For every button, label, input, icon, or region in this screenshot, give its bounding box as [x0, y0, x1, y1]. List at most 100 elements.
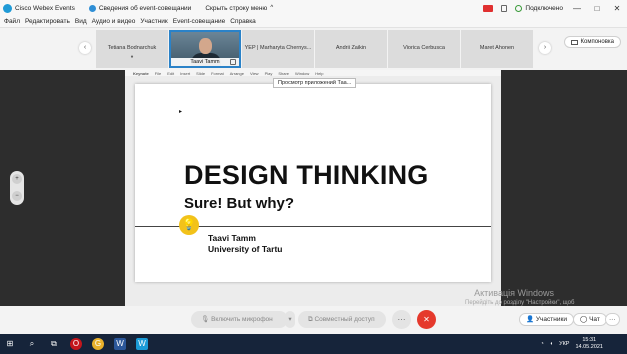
- participant-name: Maret Ahonen: [479, 45, 515, 51]
- keynote-menu-item: Help: [315, 70, 324, 76]
- restore-button[interactable]: □: [591, 4, 603, 13]
- lock-icon: [501, 4, 508, 12]
- menu-bar: Файл Редактировать Вид Аудио и видео Уча…: [0, 16, 627, 28]
- mic-off-icon: 🎙: [201, 316, 212, 323]
- title-bar-right: Подключено — □ ✕: [483, 0, 623, 16]
- person-icon: 👤: [526, 316, 536, 323]
- connection-status[interactable]: Подключено: [515, 4, 563, 12]
- shared-screen: Keynote File Edit Insert Slide Format Ar…: [125, 70, 501, 306]
- keynote-menu-item: Keynote: [133, 70, 149, 76]
- unmute-button[interactable]: 🎙 Включить микрофон: [191, 311, 288, 328]
- clock[interactable]: 15:31 14.05.2021: [575, 337, 603, 351]
- content-stage: + − Keynote File Edit Insert Slide Forma…: [0, 70, 627, 306]
- recording-icon: [483, 4, 494, 12]
- close-button[interactable]: ✕: [611, 4, 623, 13]
- meeting-info-label: Сведения об event-совещании: [98, 4, 192, 12]
- unmute-label: Включить микрофон: [211, 316, 273, 323]
- participant-name: Tetiana Bodnarchuk: [107, 45, 157, 51]
- chevron-up-icon: ^: [270, 5, 274, 11]
- panel-more-button[interactable]: ···: [605, 313, 620, 326]
- keynote-menu-item: Share: [278, 70, 290, 76]
- language-indicator[interactable]: УКР: [559, 341, 569, 347]
- layout-grid-icon: [570, 39, 578, 45]
- clock-date: 14.05.2021: [575, 344, 603, 350]
- chrome-icon[interactable]: G: [92, 338, 104, 350]
- minimize-button[interactable]: —: [571, 4, 583, 13]
- title-bar: Cisco Webex Events Сведения об event-сов…: [0, 0, 627, 16]
- keynote-menu-item: Play: [264, 70, 273, 76]
- more-options-button[interactable]: ···: [392, 310, 411, 329]
- connection-label: Подключено: [525, 4, 563, 12]
- slide-affiliation: University of Tartu: [208, 244, 283, 254]
- lightbulb-icon: 💡: [179, 215, 199, 235]
- mic-icon: [230, 59, 236, 65]
- keynote-menu-bar: Keynote File Edit Insert Slide Format Ar…: [125, 70, 501, 76]
- person-head: [199, 38, 212, 54]
- task-view-icon[interactable]: ⧉: [48, 338, 60, 350]
- leave-meeting-button[interactable]: ✕: [417, 310, 436, 329]
- windows-taskbar: ⊞ ⌕ ⧉ O G W W ◔ ◖ УКР 15:31 14.05.2021: [0, 334, 627, 354]
- presentation-slide: ▸ DESIGN THINKING Sure! But why? 💡 Taavi…: [135, 84, 491, 282]
- meeting-info-button[interactable]: Сведения об event-совещании: [88, 4, 192, 12]
- hide-menu-button[interactable]: Скрыть строку меню ^: [205, 5, 273, 12]
- info-icon: [88, 4, 96, 12]
- network-icon[interactable]: ◔: [540, 341, 543, 347]
- keynote-menu-item: Insert: [180, 70, 191, 76]
- layout-label: Компоновка: [580, 38, 614, 45]
- layout-button[interactable]: Компоновка: [563, 36, 621, 48]
- shared-app-tag[interactable]: Просмотр приложений Таа...: [273, 78, 357, 88]
- participant-name: Andrii Zaikin: [335, 45, 367, 51]
- keynote-menu-item: Arrange: [229, 70, 244, 76]
- menu-participant[interactable]: Участник: [140, 18, 167, 25]
- participant-tile[interactable]: Maret Ahonen: [461, 30, 533, 68]
- menu-view[interactable]: Вид: [75, 18, 87, 25]
- chat-icon: ◯: [580, 316, 590, 323]
- participant-tile[interactable]: YEP | Marharyta Chernys...: [242, 30, 314, 68]
- participant-tile[interactable]: Viorica Cerbusca: [388, 30, 460, 68]
- mic-options-dropdown[interactable]: ▾: [285, 311, 295, 328]
- participant-tile[interactable]: Andrii Zaikin: [315, 30, 387, 68]
- menu-event[interactable]: Event-совещание: [173, 18, 226, 25]
- webex-logo-icon: [3, 3, 12, 13]
- zoom-control: + −: [10, 171, 24, 205]
- webex-taskbar-icon[interactable]: W: [136, 338, 148, 350]
- participants-label: Участники: [535, 316, 567, 323]
- share-label: Совместный доступ: [314, 316, 375, 323]
- menu-file[interactable]: Файл: [4, 18, 20, 25]
- opera-icon[interactable]: O: [70, 338, 82, 350]
- connection-icon: [515, 4, 523, 12]
- keynote-menu-item: View: [249, 70, 259, 76]
- strip-next-button[interactable]: ›: [539, 42, 551, 54]
- menu-edit[interactable]: Редактировать: [25, 18, 70, 25]
- share-content-button[interactable]: ⧉ Совместный доступ: [298, 311, 386, 328]
- keynote-menu-item: Window: [295, 70, 310, 76]
- control-bar: 🎙 Включить микрофон ▾ ⧉ Совместный досту…: [0, 306, 627, 334]
- app-title: Cisco Webex Events: [15, 4, 75, 12]
- chat-panel-button[interactable]: ◯ Чат: [573, 313, 607, 326]
- slide-subtitle: Sure! But why?: [184, 195, 295, 212]
- participant-tile[interactable]: Tetiana Bodnarchuk ●: [96, 30, 168, 68]
- mouse-cursor-icon: ▸: [179, 109, 183, 115]
- keynote-menu-item: Format: [211, 70, 224, 76]
- participant-name: YEP | Marharyta Chernys...: [244, 45, 312, 51]
- word-icon[interactable]: W: [114, 338, 126, 350]
- chat-label: Чат: [589, 316, 600, 323]
- keynote-menu-item: File: [154, 70, 162, 76]
- participant-strip: ‹ Tetiana Bodnarchuk ● Taavi Tamm YEP | …: [0, 28, 627, 70]
- slide-author: Taavi Tamm: [208, 233, 256, 243]
- search-icon[interactable]: ⌕: [26, 338, 38, 350]
- zoom-out-button[interactable]: −: [12, 191, 22, 201]
- participant-status-icon: ●: [130, 54, 134, 60]
- participant-name: Taavi Tamm: [171, 58, 239, 66]
- slide-title: DESIGN THINKING: [184, 160, 429, 190]
- keynote-menu-item: Edit: [167, 70, 175, 76]
- active-speaker-tile[interactable]: Taavi Tamm: [169, 30, 241, 68]
- participants-panel-button[interactable]: 👤 Участники: [519, 313, 574, 326]
- volume-icon[interactable]: ◖: [550, 341, 553, 347]
- menu-help[interactable]: Справка: [230, 18, 256, 25]
- strip-prev-button[interactable]: ‹: [79, 42, 91, 54]
- zoom-in-button[interactable]: +: [12, 174, 22, 184]
- start-icon[interactable]: ⊞: [4, 338, 16, 350]
- keynote-menu-item: Slide: [196, 70, 206, 76]
- menu-audio-video[interactable]: Аудио и видео: [92, 18, 136, 25]
